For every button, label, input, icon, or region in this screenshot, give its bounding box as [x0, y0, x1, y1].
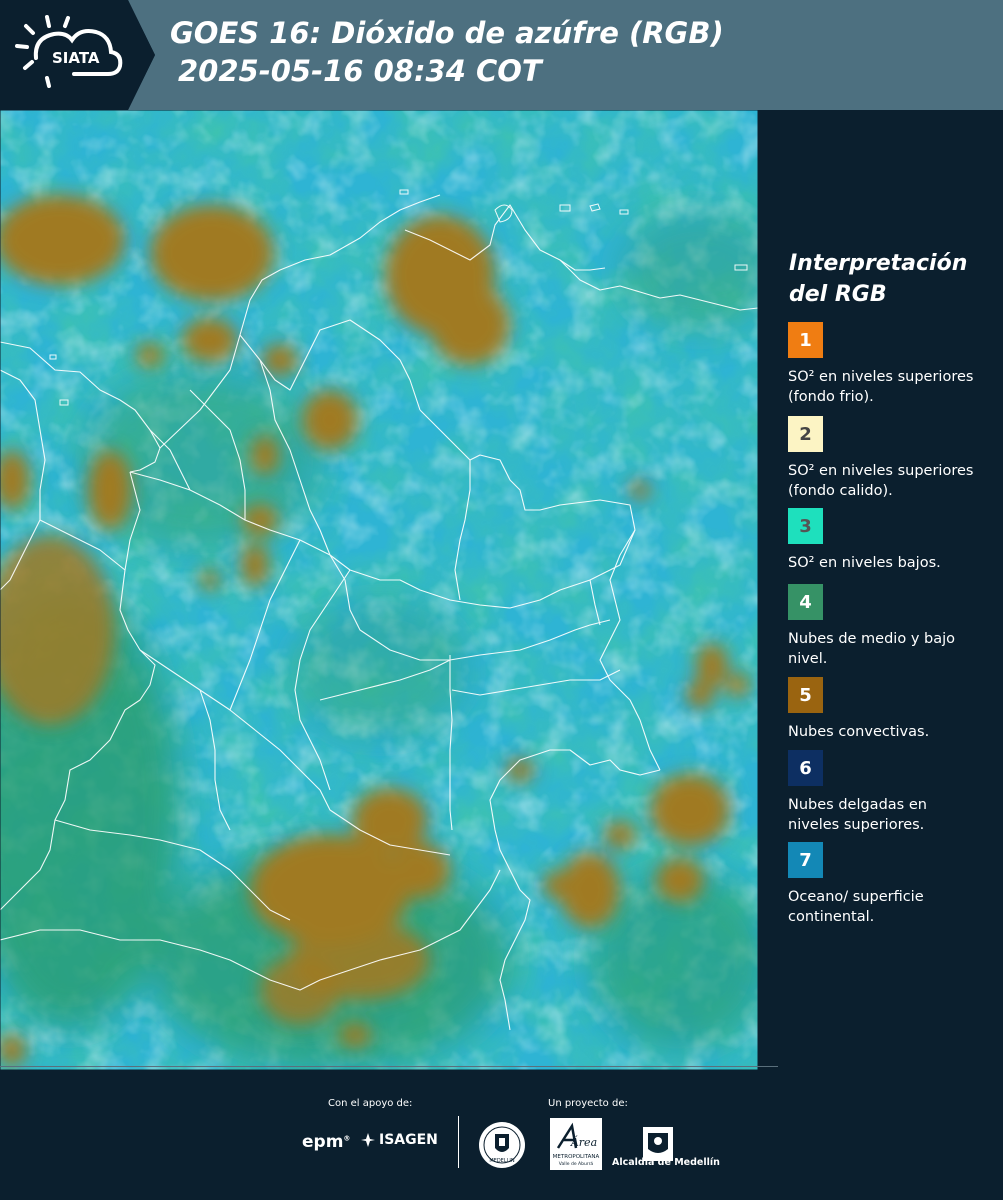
legend-swatch-5: 5 [788, 677, 823, 713]
medellin-seal-text: MEDELLIN [489, 1158, 515, 1164]
legend-item-4: 4 Nubes de medio y bajo nivel. [788, 584, 988, 669]
project-caption: Un proyecto de: [548, 1098, 628, 1109]
legend-swatch-7: 7 [788, 842, 823, 878]
legend-title-line1: Interpretación [789, 251, 968, 276]
siata-logo-text: SIATA [52, 49, 100, 67]
medellin-seal-icon: MEDELLIN [479, 1122, 525, 1168]
legend-swatch-1: 1 [788, 322, 823, 358]
satellite-map [0, 110, 758, 1070]
legend-swatch-2: 2 [788, 416, 823, 452]
support-caption: Con el apoyo de: [328, 1098, 413, 1109]
legend-item-2: 2 SO² en niveles superiores (fondo calid… [788, 416, 988, 501]
isagen-logo-text: ISAGEN [379, 1132, 438, 1148]
legend-title: Interpretación del RGB [789, 248, 989, 310]
alcaldia-name: Alcaldía de Medellín [612, 1157, 720, 1168]
isagen-mark-icon [361, 1133, 375, 1147]
area-logo-subtitle: METROPOLITANA [553, 1154, 600, 1160]
legend-label-3: SO² en niveles bajos. [788, 555, 941, 571]
legend-label-6: Nubes delgadas en niveles superiores. [788, 797, 927, 833]
siata-logo: SIATA [15, 15, 123, 88]
legend-label-7: Oceano/ superficie continental. [788, 889, 924, 925]
footer: Con el apoyo de: Un proyecto de: epm® IS… [0, 1066, 1003, 1200]
legend-swatch-4: 4 [788, 584, 823, 620]
epm-logo-text: epm [302, 1132, 344, 1152]
legend-swatch-3: 3 [788, 508, 823, 544]
legend-item-5: 5 Nubes convectivas. [788, 677, 988, 742]
legend-label-4: Nubes de medio y bajo nivel. [788, 631, 955, 667]
legend-title-line2: del RGB [789, 282, 887, 307]
page-timestamp: 2025-05-16 08:34 COT [178, 54, 542, 88]
header: SIATA GOES 16: Dióxido de azúfre (RGB) 2… [0, 0, 1003, 110]
legend-item-3: 3 SO² en niveles bajos. [788, 508, 988, 573]
legend-item-7: 7 Oceano/ superficie continental. [788, 842, 988, 927]
legend-item-6: 6 Nubes delgadas en niveles superiores. [788, 750, 988, 835]
isagen-logo: ISAGEN [360, 1132, 438, 1148]
footer-separator [0, 1066, 778, 1067]
epm-logo: epm® [302, 1132, 351, 1152]
legend-item-1: 1 SO² en niveles superiores (fondo frio)… [788, 322, 988, 407]
area-logo-text: Área [570, 1135, 597, 1149]
legend-panel: Interpretación del RGB 1 SO² en niveles … [760, 110, 1003, 1070]
legend-label-2: SO² en niveles superiores (fondo calido)… [788, 463, 974, 499]
legend-label-5: Nubes convectivas. [788, 724, 930, 740]
legend-label-1: SO² en niveles superiores (fondo frio). [788, 369, 974, 405]
footer-divider [458, 1116, 459, 1168]
area-logo-subtitle-2: Valle de Aburrá [559, 1160, 594, 1167]
page-title: GOES 16: Dióxido de azúfre (RGB) [170, 16, 724, 50]
legend-swatch-6: 6 [788, 750, 823, 786]
area-metropolitana-logo: Área METROPOLITANA Valle de Aburrá [550, 1118, 602, 1170]
